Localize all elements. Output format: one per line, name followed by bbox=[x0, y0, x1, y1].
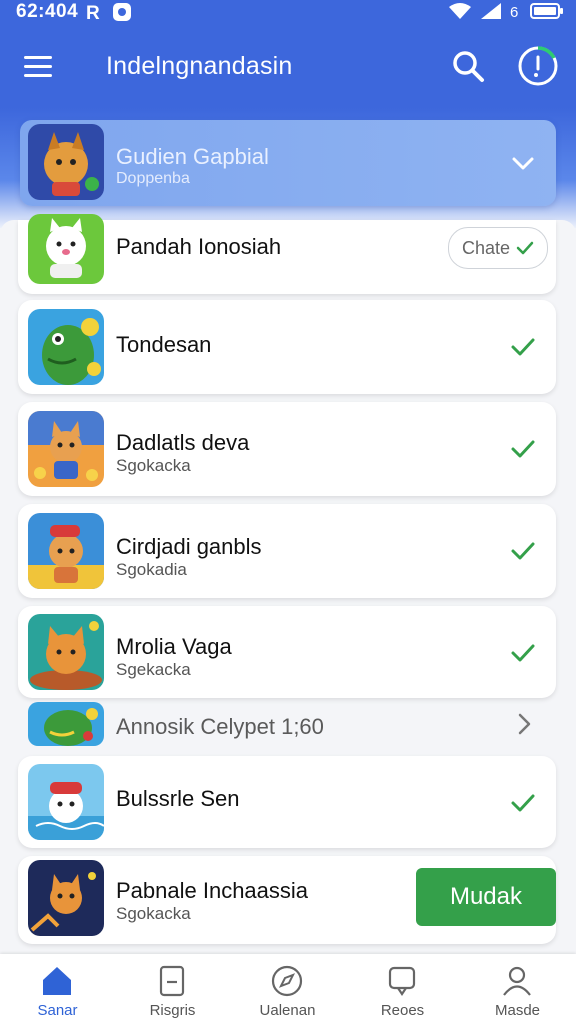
game-subtitle: Sgokacka bbox=[116, 456, 191, 475]
check-icon[interactable] bbox=[510, 334, 536, 360]
chevron-right-icon[interactable] bbox=[512, 712, 536, 736]
chat-icon bbox=[388, 966, 416, 996]
nav-label: Risgris bbox=[149, 1002, 196, 1019]
compass-icon bbox=[271, 965, 303, 997]
status-system-icons: 6 bbox=[448, 2, 564, 20]
nav-item-sanar[interactable]: Sanar bbox=[0, 954, 115, 1024]
nav-label: Sanar bbox=[37, 1002, 78, 1019]
featured-game-thumbnail bbox=[28, 124, 104, 200]
list-item[interactable]: Mrolia Vaga Sgekacka bbox=[18, 606, 556, 698]
list-item[interactable]: Pandah Ionosiah Chate bbox=[18, 214, 556, 294]
game-subtitle: Sgokadia bbox=[116, 560, 187, 579]
notification-badge-icon bbox=[113, 3, 131, 21]
game-title: Dadlatls deva bbox=[116, 430, 250, 455]
featured-subtitle: Doppenba bbox=[116, 170, 190, 187]
nav-item-ualenan[interactable]: Ualenan bbox=[230, 954, 345, 1024]
game-thumbnail bbox=[28, 513, 104, 589]
game-thumbnail bbox=[28, 614, 104, 690]
status-notification-icons: R bbox=[86, 2, 132, 22]
nav-item-reoes[interactable]: Reoes bbox=[345, 954, 460, 1024]
nav-item-masde[interactable]: Masde bbox=[460, 954, 575, 1024]
nav-label: Reoes bbox=[380, 1002, 425, 1019]
featured-card[interactable]: Gudien Gapbial Doppenba bbox=[20, 120, 556, 206]
wifi-icon bbox=[449, 3, 471, 19]
game-list: Pandah Ionosiah Chate Tondesan Dadlatls … bbox=[0, 214, 576, 960]
chip-label: Chate bbox=[461, 237, 511, 258]
game-thumbnail bbox=[28, 411, 104, 487]
promo-row[interactable]: Annosik Celypet 1;60 bbox=[18, 702, 556, 750]
game-title: Pabnale Inchaassia bbox=[116, 878, 309, 903]
game-thumbnail bbox=[28, 860, 104, 936]
chate-chip[interactable]: Chate bbox=[448, 227, 548, 269]
game-title: Pandah Ionosiah bbox=[116, 234, 282, 259]
check-icon bbox=[516, 241, 534, 255]
game-thumbnail bbox=[28, 214, 104, 284]
notification-r-icon: R bbox=[86, 3, 100, 21]
check-icon[interactable] bbox=[510, 790, 536, 816]
status-time: 62:404 bbox=[16, 1, 79, 22]
list-item[interactable]: Bulssrle Sen bbox=[18, 756, 556, 848]
featured-title: Gudien Gapbial bbox=[116, 144, 269, 169]
bottom-navigation: Sanar Risgris Ualenan Reoes Masde bbox=[0, 954, 576, 1024]
list-item[interactable]: Cirdjadi ganbls Sgokadia bbox=[18, 504, 556, 598]
profile-icon bbox=[503, 966, 531, 996]
check-icon[interactable] bbox=[510, 436, 536, 462]
search-icon[interactable] bbox=[450, 48, 486, 84]
list-item[interactable]: Tondesan bbox=[18, 300, 556, 394]
game-title: Cirdjadi ganbls bbox=[116, 534, 262, 559]
game-title: Bulssrle Sen bbox=[116, 786, 240, 811]
mudak-button[interactable]: Mudak bbox=[416, 868, 556, 926]
game-thumbnail bbox=[28, 764, 104, 840]
check-icon[interactable] bbox=[510, 640, 536, 666]
home-icon bbox=[43, 967, 71, 995]
svg-text:R: R bbox=[86, 3, 100, 21]
page-title: Indelngnandasin bbox=[106, 52, 293, 80]
app-bar: Indelngnandasin bbox=[0, 26, 576, 108]
data-indicator-icon: 6 bbox=[510, 4, 518, 20]
document-icon bbox=[159, 965, 185, 997]
promo-thumbnail bbox=[28, 702, 104, 746]
chevron-down-icon[interactable] bbox=[510, 150, 536, 176]
list-item[interactable]: Pabnale Inchaassia Sgokacka Mudak bbox=[18, 856, 556, 944]
list-item[interactable]: Dadlatls deva Sgokacka bbox=[18, 402, 556, 496]
signal-icon bbox=[481, 3, 501, 19]
game-subtitle: Sgokacka bbox=[116, 904, 191, 923]
nav-item-risgris[interactable]: Risgris bbox=[115, 954, 230, 1024]
svg-text:6: 6 bbox=[510, 4, 518, 20]
status-bar: 62:404 R 6 bbox=[0, 0, 576, 26]
timer-icon[interactable] bbox=[516, 44, 560, 88]
nav-label: Ualenan bbox=[259, 1002, 316, 1019]
game-subtitle: Sgekacka bbox=[116, 660, 191, 679]
menu-icon[interactable] bbox=[22, 52, 56, 82]
check-icon[interactable] bbox=[510, 538, 536, 564]
game-title: Mrolia Vaga bbox=[116, 634, 232, 659]
promo-label: Annosik Celypet 1;60 bbox=[116, 714, 324, 739]
nav-label: Masde bbox=[494, 1002, 541, 1019]
game-title: Tondesan bbox=[116, 332, 212, 357]
battery-icon bbox=[530, 3, 563, 19]
game-thumbnail bbox=[28, 309, 104, 385]
